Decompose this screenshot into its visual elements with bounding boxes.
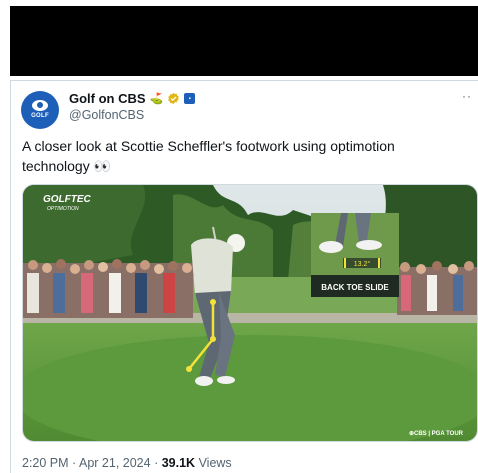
- golf-flag-icon: ⛳: [149, 93, 164, 105]
- cbs-eye-logo: [32, 99, 48, 111]
- tweet-time[interactable]: 2:20 PM: [22, 456, 69, 470]
- display-name[interactable]: Golf on CBS: [69, 91, 146, 106]
- tweet-video[interactable]: 13.2° BACK TOE SLIDE GOLFTEC OPTIMOTION …: [22, 184, 478, 442]
- views-label: Views: [198, 456, 232, 470]
- inset-label: BACK TOE SLIDE: [321, 283, 389, 292]
- angle-value: 13.2°: [354, 260, 371, 268]
- black-header-bar: [10, 6, 478, 76]
- tweet-card[interactable]: GOLF Golf on CBS ⛳ ▪ @GolfonCBS ·· A clo…: [10, 80, 478, 473]
- tweet-text: A closer look at Scottie Scheffler's foo…: [22, 138, 395, 174]
- broadcast-watermark: ⊕CBS | PGA TOUR: [409, 431, 464, 437]
- avatar-label: GOLF: [31, 112, 49, 119]
- tweet-date[interactable]: Apr 21, 2024: [79, 456, 151, 470]
- crowd-left: [23, 259, 193, 318]
- views-count: 39.1K: [161, 456, 196, 470]
- crowd-right: [397, 261, 477, 315]
- name-row: Golf on CBS ⛳ ▪: [69, 91, 196, 106]
- golf-swing-frame: 13.2° BACK TOE SLIDE GOLFTEC OPTIMOTION …: [23, 185, 477, 441]
- avatar[interactable]: GOLF: [21, 91, 59, 129]
- brand-sub: OPTIMOTION: [47, 206, 79, 212]
- separator: ·: [154, 456, 162, 470]
- more-options-icon[interactable]: ··: [462, 89, 472, 103]
- handle[interactable]: @GolfonCBS: [69, 108, 144, 122]
- brand-logo: GOLFTEC: [43, 194, 92, 205]
- affiliate-badge-icon[interactable]: ▪: [184, 93, 196, 104]
- tweet-meta: 2:20 PM · Apr 21, 2024 · 39.1K Views: [22, 456, 232, 470]
- back-toe-slide-inset: 13.2° BACK TOE SLIDE: [311, 213, 399, 297]
- separator: ·: [72, 456, 79, 470]
- verified-icon[interactable]: [167, 92, 180, 105]
